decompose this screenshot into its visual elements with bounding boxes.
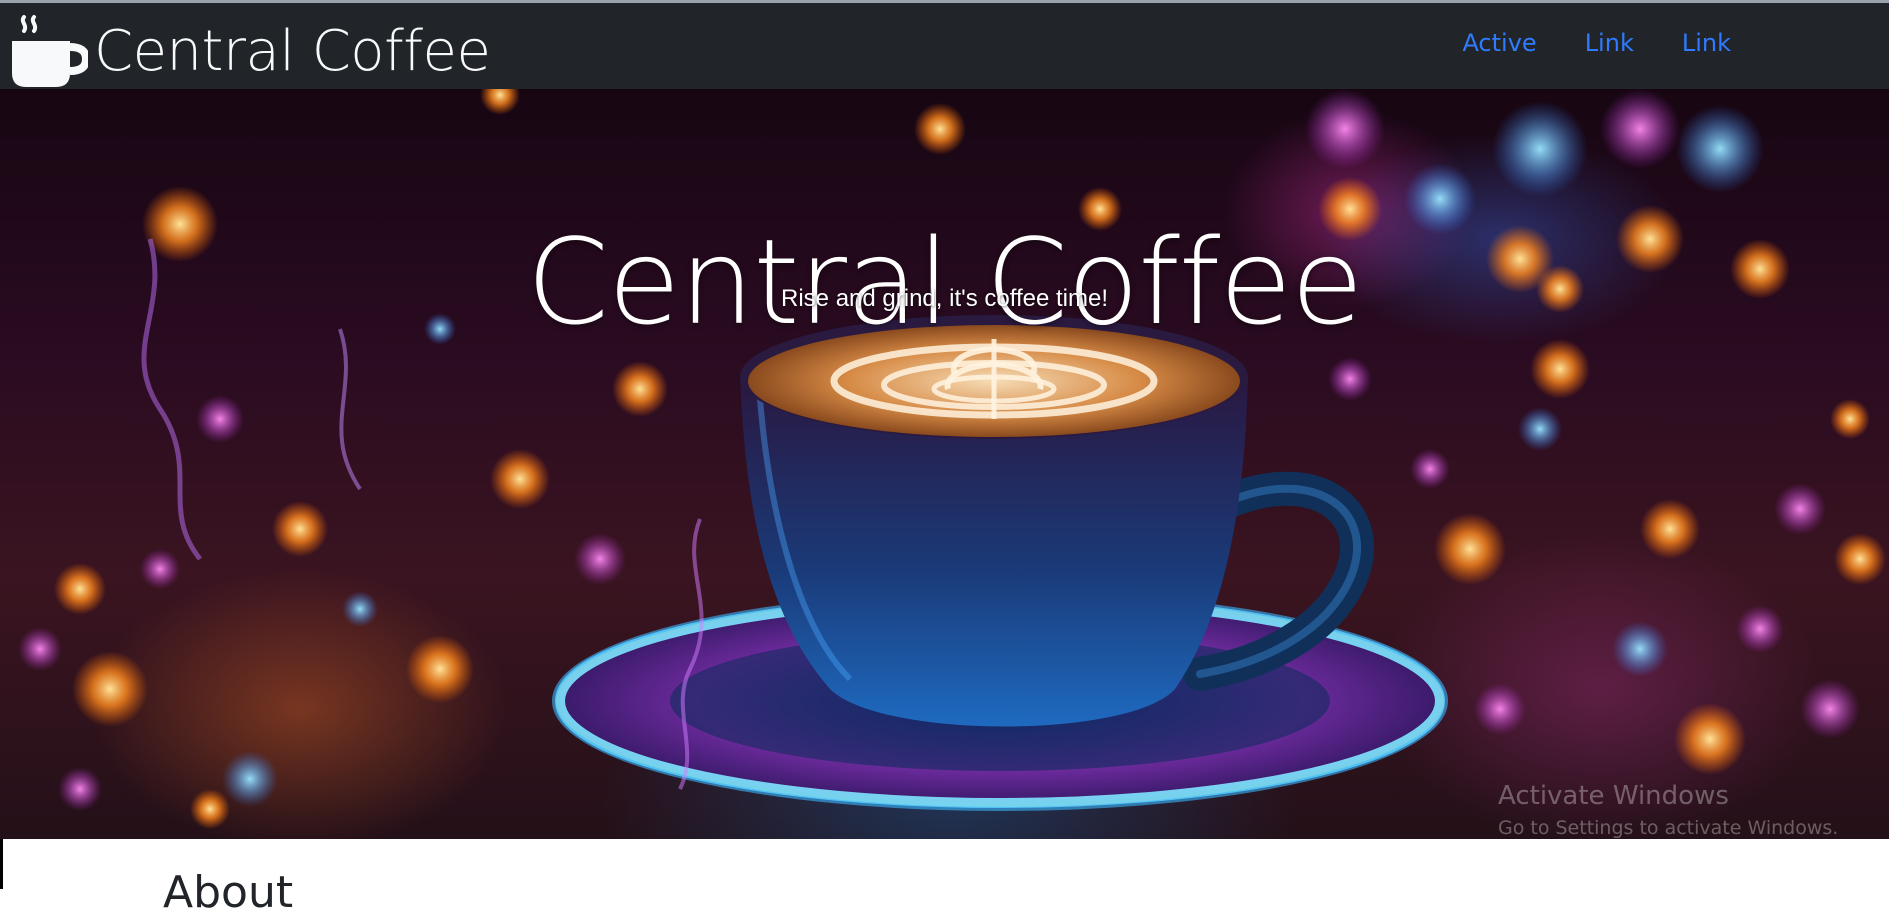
windows-activation-hint: Go to Settings to activate Windows. [1498, 817, 1839, 839]
brand-name: Central Coffee [94, 19, 491, 84]
hero-background-image [18, 89, 1886, 829]
about-heading: About [163, 867, 294, 918]
windows-activation-title: Activate Windows [1498, 781, 1729, 811]
hero-title: Central Coffee [526, 213, 1363, 352]
navbar-brand[interactable]: Central Coffee [10, 13, 491, 91]
about-section: About [0, 839, 1889, 918]
nav-links: Active Link Link [1462, 29, 1731, 57]
nav-link-1[interactable]: Link [1585, 29, 1634, 57]
navbar: Central Coffee Active Link Link [0, 3, 1889, 89]
coffee-cup-icon [12, 15, 88, 87]
hero-banner: Central Coffee Rise and grind, it's coff… [0, 89, 1889, 839]
nav-link-2[interactable]: Link [1682, 29, 1731, 57]
nav-link-active[interactable]: Active [1462, 29, 1536, 57]
hero-subtitle: Rise and grind, it's coffee time! [781, 285, 1108, 312]
